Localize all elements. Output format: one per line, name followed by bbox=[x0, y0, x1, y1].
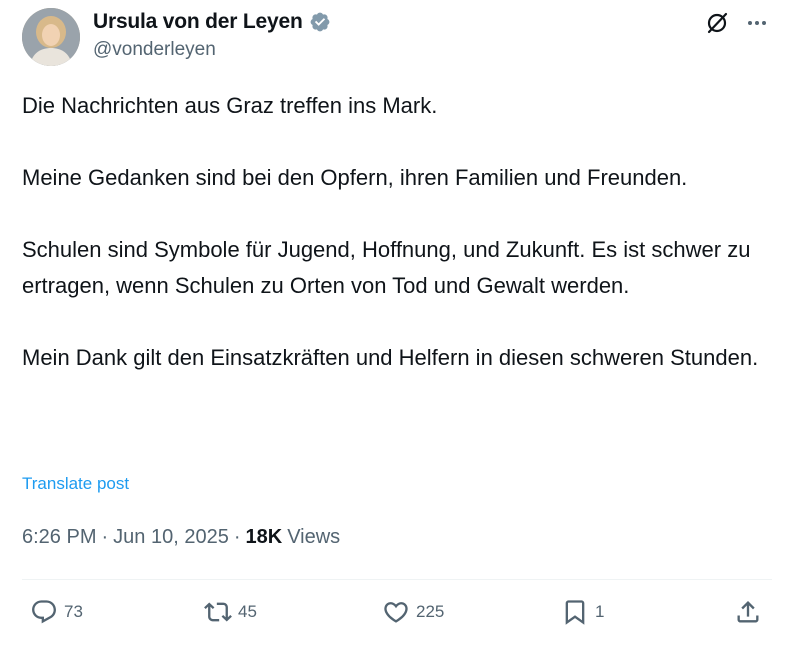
heart-icon bbox=[384, 602, 408, 623]
translate-post-link[interactable]: Translate post bbox=[22, 474, 129, 494]
tweet-text: Die Nachrichten aus Graz treffen ins Mar… bbox=[22, 88, 782, 376]
bookmark-icon bbox=[565, 600, 585, 625]
bookmark-count: 1 bbox=[595, 602, 605, 621]
grok-icon[interactable] bbox=[704, 10, 730, 36]
avatar-image bbox=[22, 8, 80, 66]
views-count: 18K bbox=[245, 526, 283, 548]
views-label: Views bbox=[287, 526, 341, 548]
meta-separator: · bbox=[101, 526, 109, 548]
like-count: 225 bbox=[416, 602, 445, 621]
tweet-card: Ursula von der Leyen @vonderleyen Die Na… bbox=[0, 0, 800, 645]
post-time[interactable]: 6:26 PM bbox=[22, 526, 96, 549]
repost-count: 45 bbox=[238, 602, 257, 621]
more-options-icon[interactable] bbox=[744, 10, 770, 36]
author-handle[interactable]: @vonderleyen bbox=[93, 39, 216, 61]
like-button[interactable]: 225 bbox=[382, 598, 444, 626]
repost-icon bbox=[204, 602, 232, 622]
avatar[interactable] bbox=[22, 8, 80, 66]
share-icon bbox=[737, 601, 759, 623]
post-date[interactable]: Jun 10, 2025 bbox=[113, 526, 229, 549]
author-name-row: Ursula von der Leyen bbox=[93, 10, 331, 34]
reply-count: 73 bbox=[64, 602, 83, 621]
repost-button[interactable]: 45 bbox=[204, 598, 257, 626]
verified-badge-icon[interactable] bbox=[309, 11, 331, 33]
tweet-paragraph: Mein Dank gilt den Einsatzkräften und He… bbox=[22, 345, 759, 370]
reply-button[interactable]: 73 bbox=[30, 598, 83, 626]
divider bbox=[22, 579, 772, 580]
author-display-name[interactable]: Ursula von der Leyen bbox=[93, 10, 303, 34]
bookmark-button[interactable]: 1 bbox=[561, 598, 604, 626]
share-button[interactable] bbox=[734, 598, 762, 626]
tweet-paragraph: Schulen sind Symbole für Jugend, Hoffnun… bbox=[22, 237, 751, 298]
tweet-meta: 6:26 PM · Jun 10, 2025 · 18K Views bbox=[22, 526, 340, 549]
tweet-paragraph: Die Nachrichten aus Graz treffen ins Mar… bbox=[22, 93, 438, 118]
reply-icon bbox=[32, 600, 56, 624]
meta-separator: · bbox=[233, 526, 241, 548]
tweet-paragraph: Meine Gedanken sind bei den Opfern, ihre… bbox=[22, 165, 688, 190]
